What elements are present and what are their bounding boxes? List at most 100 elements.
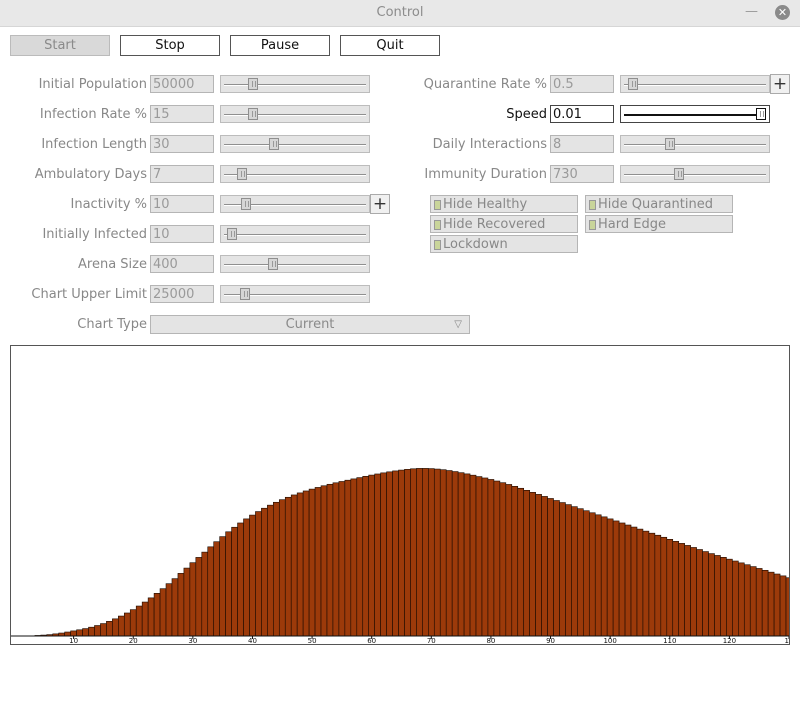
infection-rate-slider[interactable] <box>220 105 370 123</box>
chart-bar <box>302 490 310 637</box>
chart-bar <box>273 501 280 637</box>
start-button[interactable]: Start <box>10 35 110 56</box>
arena-size-field[interactable]: 400 <box>150 255 214 273</box>
immunity-duration-field[interactable]: 730 <box>550 165 614 183</box>
slider-thumb[interactable] <box>674 168 685 180</box>
speed-field[interactable]: 0.01 <box>550 105 614 123</box>
chart-bar <box>308 488 316 637</box>
chart-bar <box>290 494 298 637</box>
chart-bar <box>642 530 650 637</box>
slider-thumb[interactable] <box>267 258 278 270</box>
slider-thumb[interactable] <box>627 78 638 90</box>
chart-bar <box>493 480 501 637</box>
chart-bar <box>547 498 554 637</box>
daily-interactions-slider[interactable] <box>620 135 770 153</box>
chart-bar <box>314 487 322 637</box>
quarantine-rate-slider[interactable] <box>620 75 770 93</box>
chart-bar <box>708 553 715 637</box>
initial-population-field[interactable]: 50000 <box>150 75 214 93</box>
chart-bar <box>159 588 167 637</box>
param-label: Quarantine Rate % <box>423 77 547 92</box>
chart-svg: 10 20 30 40 50 60 70 80 90 100 110 120 13 <box>11 468 789 644</box>
chart-bar <box>82 628 89 637</box>
chart-bar <box>398 469 405 637</box>
slider-thumb[interactable] <box>226 228 237 240</box>
chart-bar <box>672 541 680 637</box>
ambulatory-days-slider[interactable] <box>220 165 370 183</box>
slider-thumb[interactable] <box>239 288 250 300</box>
checkbox-indicator-icon <box>589 220 596 230</box>
slider-thumb[interactable] <box>268 138 279 150</box>
chart-bar <box>577 508 584 637</box>
slider-thumb[interactable] <box>756 108 766 120</box>
inactivity-field[interactable]: 10 <box>150 195 214 213</box>
chart-bar <box>356 477 364 637</box>
chart-bar <box>726 558 733 637</box>
arena-size-slider[interactable] <box>220 255 370 273</box>
hide-healthy-checkbox[interactable]: Hide Healthy <box>430 195 578 213</box>
chart-bar <box>487 479 495 637</box>
chart-bar <box>648 532 656 637</box>
minimize-icon[interactable]: — <box>745 4 758 19</box>
slider-thumb[interactable] <box>247 78 258 90</box>
hard-edge-checkbox[interactable]: Hard Edge <box>585 215 733 233</box>
x-tick-label: 110 <box>663 637 676 644</box>
chart-upper-limit-field[interactable]: 25000 <box>150 285 214 303</box>
immunity-duration-slider[interactable] <box>620 165 770 183</box>
initially-infected-field[interactable]: 10 <box>150 225 214 243</box>
chart-bar <box>147 597 155 637</box>
chart-bar <box>451 471 459 637</box>
chart-bar <box>505 484 513 637</box>
hide-quarantined-checkbox[interactable]: Hide Quarantined <box>585 195 733 213</box>
pause-button[interactable]: Pause <box>230 35 330 56</box>
chart-bar <box>636 528 644 637</box>
slider-thumb[interactable] <box>241 198 252 210</box>
chart-bar <box>237 522 244 637</box>
close-icon[interactable]: ✕ <box>775 5 790 20</box>
chart-bar <box>195 557 203 637</box>
chart-bar <box>374 473 381 637</box>
lockdown-checkbox[interactable]: Lockdown <box>430 235 578 253</box>
title-bar: Control — ✕ <box>0 0 800 27</box>
chart-bar <box>553 500 560 637</box>
ambulatory-days-field[interactable]: 7 <box>150 165 214 183</box>
slider-thumb[interactable] <box>247 108 258 120</box>
chart-type-dropdown[interactable]: Current ▽ <box>150 315 470 334</box>
x-tick-label: 10 <box>69 637 78 644</box>
inactivity-slider[interactable] <box>220 195 370 213</box>
chart-bar <box>600 516 608 637</box>
chart-bar <box>129 609 137 637</box>
infection-rate-field[interactable]: 15 <box>150 105 214 123</box>
slider-thumb[interactable] <box>664 138 675 150</box>
chart-bar <box>380 472 387 637</box>
chart-bar <box>231 526 238 637</box>
stop-button[interactable]: Stop <box>120 35 220 56</box>
chart-bar <box>612 520 620 637</box>
quarantine-rate-field[interactable]: 0.5 <box>550 75 614 93</box>
chart-bar <box>606 518 614 637</box>
chart-bar <box>624 524 632 637</box>
param-label: Speed <box>506 107 547 122</box>
chart-bar <box>255 511 262 637</box>
infection-length-field[interactable]: 30 <box>150 135 214 153</box>
chart-upper-limit-slider[interactable] <box>220 285 370 303</box>
chart-bar <box>177 573 185 637</box>
chart-bar <box>445 470 453 637</box>
chart-type-value: Current <box>285 317 335 332</box>
hide-recovered-checkbox[interactable]: Hide Recovered <box>430 215 578 233</box>
quarantine-plus-icon[interactable]: + <box>770 74 790 94</box>
chart-bar <box>249 514 256 637</box>
daily-interactions-field[interactable]: 8 <box>550 135 614 153</box>
chart-bar <box>422 468 429 637</box>
speed-slider[interactable] <box>620 105 770 123</box>
slider-thumb[interactable] <box>237 168 248 180</box>
chart-bar <box>463 473 471 637</box>
infection-length-slider[interactable] <box>220 135 370 153</box>
chart-bar <box>541 496 548 637</box>
initially-infected-slider[interactable] <box>220 225 370 243</box>
quit-button[interactable]: Quit <box>340 35 440 56</box>
initial-population-slider[interactable] <box>220 75 370 93</box>
chart-bar <box>368 474 375 637</box>
inactivity-plus-icon[interactable]: + <box>370 194 390 214</box>
chart-bar <box>654 534 662 637</box>
